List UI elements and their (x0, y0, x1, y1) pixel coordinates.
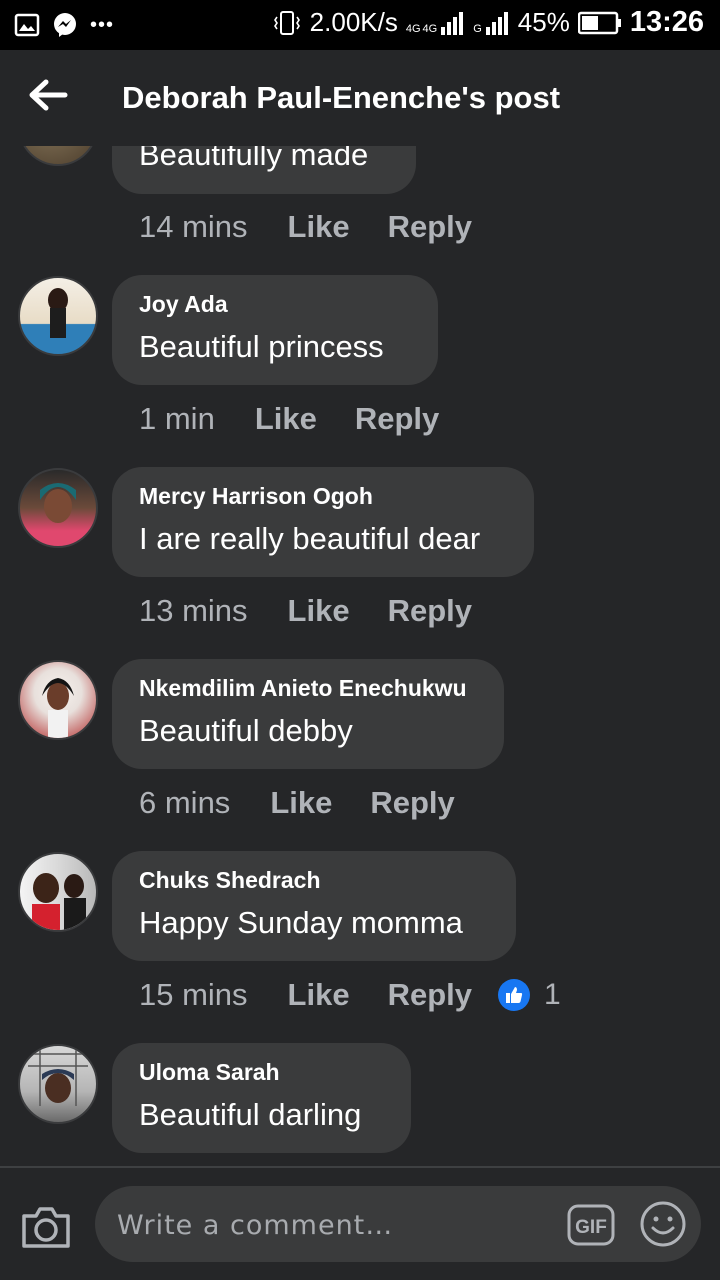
avatar[interactable] (18, 468, 98, 548)
reply-button[interactable]: Reply (355, 401, 439, 437)
avatar[interactable] (18, 660, 98, 740)
reaction-count: 1 (544, 978, 561, 1011)
camera-icon[interactable] (20, 1204, 72, 1250)
avatar[interactable] (18, 1044, 98, 1124)
avatar[interactable] (18, 276, 98, 356)
reply-button[interactable]: Reply (388, 977, 472, 1013)
emoji-icon[interactable] (639, 1200, 687, 1248)
like-button[interactable]: Like (288, 977, 350, 1013)
comment-composer: GIF (0, 1168, 720, 1280)
gif-label: GIF (575, 1217, 607, 1238)
comment-time: 14 mins (139, 209, 248, 244)
comment-author[interactable]: Joy Ada (139, 291, 410, 318)
comment-time: 13 mins (139, 593, 248, 628)
comment-time: 15 mins (139, 977, 248, 1012)
reaction-summary[interactable]: 1 (498, 978, 561, 1012)
comment-text: I are really beautiful dear (139, 521, 481, 556)
comment-bubble[interactable]: Mercy Harrison Ogoh I are really beautif… (112, 467, 534, 577)
gif-button[interactable]: GIF (567, 1202, 615, 1248)
comment-author[interactable]: Chuks Shedrach (139, 867, 488, 894)
avatar[interactable] (18, 852, 98, 932)
comment-text: Beautiful darling (139, 1097, 362, 1132)
like-button[interactable]: Like (270, 785, 332, 821)
comment-author[interactable]: Mercy Harrison Ogoh (139, 483, 506, 510)
thumbs-up-icon (498, 979, 530, 1011)
comments-list[interactable]: Beautifully made 14 mins Like Reply Joy … (0, 0, 720, 1166)
reply-button[interactable]: Reply (388, 209, 472, 245)
comment-bubble[interactable]: Uloma Sarah Beautiful darling (112, 1043, 411, 1153)
like-button[interactable]: Like (288, 209, 350, 245)
comment-text: Beautiful debby (139, 713, 353, 748)
comment-input[interactable] (115, 1186, 539, 1264)
comment-author[interactable]: Nkemdilim Anieto Enechukwu (139, 675, 476, 702)
comment-text: Happy Sunday momma (139, 905, 463, 940)
comment-bubble[interactable]: Chuks Shedrach Happy Sunday momma (112, 851, 516, 961)
comment-bubble[interactable]: Joy Ada Beautiful princess (112, 275, 438, 385)
comment-bubble[interactable]: Nkemdilim Anieto Enechukwu Beautiful deb… (112, 659, 504, 769)
comment-time: 6 mins (139, 785, 231, 820)
comment-text: Beautiful princess (139, 329, 384, 364)
like-button[interactable]: Like (288, 593, 350, 629)
top-app-bar: Deborah Paul-Enenche's post (0, 50, 720, 146)
like-button[interactable]: Like (255, 401, 317, 437)
comment-author[interactable]: Uloma Sarah (139, 1059, 383, 1086)
reply-button[interactable]: Reply (370, 785, 454, 821)
back-arrow-icon[interactable] (28, 78, 68, 112)
page-title: Deborah Paul-Enenche's post (122, 80, 561, 115)
reply-button[interactable]: Reply (388, 593, 472, 629)
comment-input-box[interactable]: GIF (95, 1186, 701, 1264)
comment-time: 1 min (139, 401, 215, 436)
